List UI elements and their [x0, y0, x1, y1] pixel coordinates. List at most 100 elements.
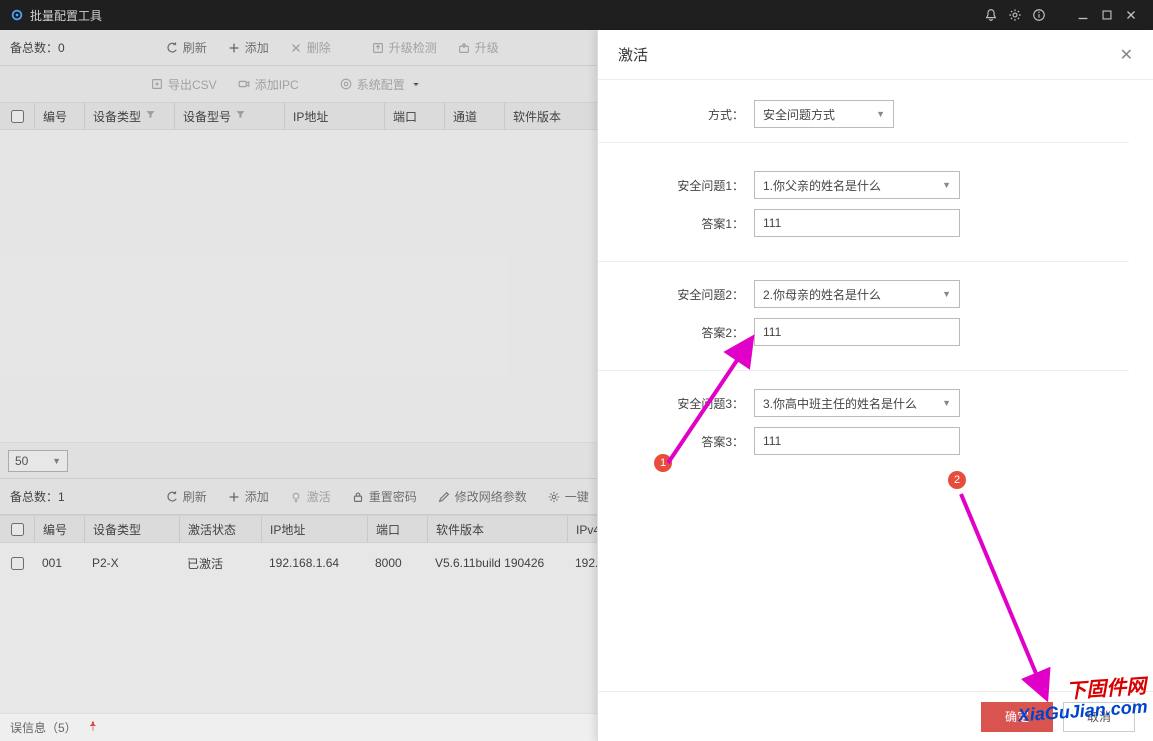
col-number: 编号: [34, 103, 84, 129]
export-csv-label: 导出CSV: [168, 76, 217, 93]
edit-icon: [437, 490, 451, 504]
col-sw-ver: 软件版本: [504, 103, 594, 129]
add-button[interactable]: 添加: [217, 34, 279, 62]
bell-icon[interactable]: [979, 3, 1003, 27]
cell-ip: 192.168.1.64: [261, 556, 367, 570]
cell-sw-ver: V5.6.11build 190426: [427, 556, 567, 570]
col-channel: 通道: [444, 103, 504, 129]
method-select[interactable]: 安全问题方式 ▼: [754, 100, 894, 128]
a2-input[interactable]: [754, 318, 960, 346]
bulb-icon: [289, 490, 303, 504]
q1-label: 安全问题1：: [598, 177, 754, 194]
app-logo-icon: [10, 8, 24, 22]
chevron-down-icon: ▼: [942, 180, 951, 190]
cell-port: 8000: [367, 556, 427, 570]
q3-label: 安全问题3：: [598, 395, 754, 412]
info-icon[interactable]: [1027, 3, 1051, 27]
sys-config-button[interactable]: 系统配置: [329, 70, 433, 98]
upgrade-button[interactable]: 升级: [447, 34, 509, 62]
col-activate-status: 激活状态: [179, 516, 261, 542]
activation-panel: 激活 ✕ 方式： 安全问题方式 ▼ 安全问题1： 1.你父亲的姓名: [597, 30, 1153, 741]
q2-select[interactable]: 2.你母亲的姓名是什么 ▼: [754, 280, 960, 308]
col-number: 编号: [34, 516, 84, 542]
bottom-select-all-checkbox[interactable]: [11, 523, 24, 536]
cell-activate-status: 已激活: [179, 555, 261, 572]
col-ip: IP地址: [284, 103, 384, 129]
col-port: 端口: [384, 103, 444, 129]
refresh-icon: [165, 41, 179, 55]
chevron-down-icon: ▼: [52, 456, 61, 466]
q1-value: 1.你父亲的姓名是什么: [763, 177, 881, 194]
top-select-all-checkbox[interactable]: [11, 110, 24, 123]
gear-small-icon: [547, 490, 561, 504]
q3-select[interactable]: 3.你高中班主任的姓名是什么 ▼: [754, 389, 960, 417]
a1-label: 答案1：: [598, 215, 754, 232]
refresh-icon: [165, 490, 179, 504]
reset-password-label: 重置密码: [369, 488, 417, 505]
cancel-button[interactable]: 取消: [1063, 702, 1135, 732]
modify-network-button[interactable]: 修改网络参数: [427, 483, 537, 511]
filter-icon[interactable]: [145, 109, 156, 123]
col-dev-model: 设备型号: [174, 103, 284, 129]
top-device-count: 备总数：0: [10, 39, 65, 56]
panel-body: 方式： 安全问题方式 ▼ 安全问题1： 1.你父亲的姓名是什么 ▼: [598, 80, 1153, 691]
add-ipc-button[interactable]: 添加IPC: [227, 70, 309, 98]
panel-title: 激活: [618, 44, 648, 65]
plus-icon: [227, 41, 241, 55]
close-icon[interactable]: [1119, 3, 1143, 27]
camera-icon: [237, 77, 251, 91]
activate-button[interactable]: 激活: [279, 483, 341, 511]
col-dev-type: 设备类型: [84, 103, 174, 129]
titlebar: 批量配置工具: [0, 0, 1153, 30]
page-size-value: 50: [15, 454, 28, 468]
refresh-button[interactable]: 刷新: [155, 483, 217, 511]
col-dev-type: 设备类型: [84, 516, 179, 542]
add-ipc-label: 添加IPC: [255, 76, 299, 93]
close-icon[interactable]: ✕: [1120, 45, 1133, 65]
export-icon: [150, 77, 164, 91]
col-ip: IP地址: [261, 516, 367, 542]
method-value: 安全问题方式: [763, 106, 835, 123]
plus-icon: [227, 490, 241, 504]
add-label: 添加: [245, 488, 269, 505]
reset-password-button[interactable]: 重置密码: [341, 483, 427, 511]
q3-value: 3.你高中班主任的姓名是什么: [763, 395, 917, 412]
export-csv-button[interactable]: 导出CSV: [140, 70, 227, 98]
page-size-select[interactable]: 50 ▼: [8, 450, 68, 472]
col-port: 端口: [367, 516, 427, 542]
one-key-label: 一键: [565, 488, 589, 505]
maximize-icon[interactable]: [1095, 3, 1119, 27]
refresh-button[interactable]: 刷新: [155, 34, 217, 62]
gear-small-icon: [339, 77, 353, 91]
refresh-label: 刷新: [183, 39, 207, 56]
q2-value: 2.你母亲的姓名是什么: [763, 286, 881, 303]
app-title: 批量配置工具: [30, 7, 102, 24]
add-button[interactable]: 添加: [217, 483, 279, 511]
upgrade-check-label: 升级检测: [389, 39, 437, 56]
upgrade-label: 升级: [475, 39, 499, 56]
row-checkbox[interactable]: [11, 557, 24, 570]
panel-footer: 确定 取消: [598, 691, 1153, 741]
chevron-down-icon: ▼: [876, 109, 885, 119]
bottom-device-count: 备总数：1: [10, 488, 65, 505]
gear-icon[interactable]: [1003, 3, 1027, 27]
a3-label: 答案3：: [598, 433, 754, 450]
q1-select[interactable]: 1.你父亲的姓名是什么 ▼: [754, 171, 960, 199]
delete-icon: [289, 41, 303, 55]
cell-number: 001: [34, 556, 84, 570]
chevron-down-icon: ▼: [942, 289, 951, 299]
filter-icon[interactable]: [235, 109, 246, 123]
refresh-label: 刷新: [183, 488, 207, 505]
ok-button[interactable]: 确定: [981, 702, 1053, 732]
q2-label: 安全问题2：: [598, 286, 754, 303]
one-key-button[interactable]: 一键: [537, 483, 599, 511]
a1-input[interactable]: [754, 209, 960, 237]
pin-icon[interactable]: [87, 720, 99, 735]
minimize-icon[interactable]: [1071, 3, 1095, 27]
upgrade-check-button[interactable]: 升级检测: [361, 34, 447, 62]
a2-label: 答案2：: [598, 324, 754, 341]
delete-button[interactable]: 删除: [279, 34, 341, 62]
a3-input[interactable]: [754, 427, 960, 455]
upgrade-icon: [457, 41, 471, 55]
upgrade-check-icon: [371, 41, 385, 55]
